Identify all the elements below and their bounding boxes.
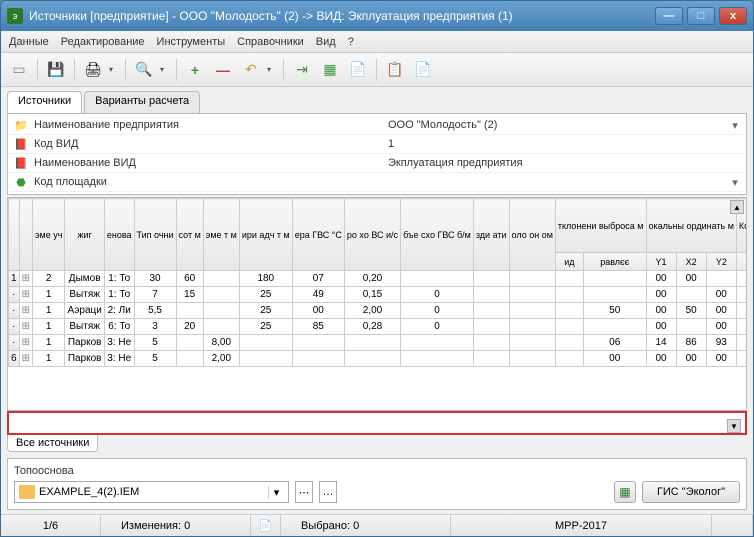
- book-icon: 📕: [12, 155, 30, 171]
- folder-icon: [19, 485, 35, 499]
- minimize-button[interactable]: —: [655, 7, 683, 25]
- menu-edit[interactable]: Редактирование: [61, 36, 145, 48]
- tab-sources[interactable]: Источники: [7, 91, 82, 113]
- status-selected: Выбрано: 0: [281, 515, 451, 536]
- content-area: Источники Варианты расчета 📁 Наименовани…: [1, 87, 753, 514]
- folder-icon: 📁: [12, 117, 30, 133]
- vid-code-label: Код ВИД: [32, 138, 384, 150]
- status-mrr: МРР-2017: [451, 515, 712, 536]
- window-title: Источники [предприятие] - ООО "Молодость…: [29, 9, 655, 23]
- info-panel: 📁 Наименование предприятия ООО "Молодост…: [7, 113, 747, 195]
- vid-code-value[interactable]: 1: [384, 138, 744, 150]
- paste-icon[interactable]: 📄: [411, 58, 435, 82]
- toolbar: ▭ 💾 🖨 ▾ 🔍 ▾ + — ↶ ▾ ⇥ ▦ 📄 📋 📄: [1, 53, 753, 87]
- map-icon-button[interactable]: ▦: [614, 481, 636, 503]
- chevron-down-icon[interactable]: ▾: [726, 119, 744, 132]
- info-row-vid-name: 📕 Наименование ВИД Экплуатация предприят…: [10, 154, 744, 173]
- ellipsis-button[interactable]: …: [319, 481, 337, 503]
- menu-help[interactable]: ?: [348, 36, 354, 48]
- table-row[interactable]: 1⊞2Дымов1: То3060180070,2000001рас014559…: [9, 271, 748, 287]
- search-icon[interactable]: 🔍: [132, 58, 156, 82]
- undo-icon[interactable]: ↶: [239, 58, 263, 82]
- titlebar[interactable]: э Источники [предприятие] - ООО "Молодос…: [1, 1, 753, 31]
- undo-dropdown-icon[interactable]: ▾: [267, 65, 277, 74]
- grid-icon[interactable]: ▦: [318, 58, 342, 82]
- menu-tools[interactable]: Инструменты: [157, 36, 226, 48]
- site-code-label: Код площадки: [32, 176, 384, 188]
- table-row[interactable]: ·⊞1Вытяж6: То32025850,28000001рас1323773…: [9, 319, 748, 335]
- print-dropdown-icon[interactable]: ▾: [109, 65, 119, 74]
- tag-icon: ⬣: [12, 174, 30, 190]
- vid-name-label: Наименование ВИД: [32, 157, 384, 169]
- status-position: 1/6: [1, 515, 101, 536]
- chevron-down-icon[interactable]: ▾: [726, 176, 744, 189]
- enterprise-label: Наименование предприятия: [32, 119, 384, 131]
- add-icon[interactable]: +: [183, 58, 207, 82]
- info-row-enterprise: 📁 Наименование предприятия ООО "Молодост…: [10, 116, 744, 135]
- menu-refs[interactable]: Справочники: [237, 36, 304, 48]
- topo-file-input[interactable]: EXAMPLE_4(2).IEM ▾: [14, 481, 289, 503]
- topo-label: Топооснова: [14, 465, 740, 477]
- app-icon: э: [7, 8, 23, 24]
- copy-icon[interactable]: 📋: [383, 58, 407, 82]
- scroll-up-icon[interactable]: ▲: [730, 200, 744, 214]
- tab-all-sources[interactable]: Все источники: [7, 435, 98, 452]
- maximize-button[interactable]: □: [687, 7, 715, 25]
- tab-variants[interactable]: Варианты расчета: [84, 91, 200, 113]
- main-tabs: Источники Варианты расчета: [7, 91, 747, 113]
- document-icon: 📄: [251, 515, 281, 536]
- print-icon[interactable]: 🖨: [81, 58, 105, 82]
- table-row[interactable]: ·⊞1Аэраци2: Ли5,525002,00050005000500050…: [9, 303, 748, 319]
- topo-panel: Топооснова EXAMPLE_4(2).IEM ▾ ⋯ … ▦ ГИС …: [7, 458, 747, 510]
- topo-file-name: EXAMPLE_4(2).IEM: [39, 486, 268, 498]
- table-row[interactable]: ·⊞1Вытяж1: То71525490,15000001рас3490501…: [9, 287, 748, 303]
- search-dropdown-icon[interactable]: ▾: [160, 65, 170, 74]
- vid-name-value[interactable]: Экплуатация предприятия: [384, 157, 744, 169]
- gis-label: ГИС "Эколог": [657, 486, 725, 498]
- remove-icon[interactable]: —: [211, 58, 235, 82]
- to-right-icon[interactable]: ⇥: [290, 58, 314, 82]
- book-icon: 📕: [12, 136, 30, 152]
- scroll-down-icon[interactable]: ▼: [727, 419, 741, 433]
- save-icon[interactable]: 💾: [44, 58, 68, 82]
- app-window: э Источники [предприятие] - ООО "Молодос…: [0, 0, 754, 537]
- table-row[interactable]: 6⊞1Парков3: Не52,00000000000000001рас955…: [9, 351, 748, 367]
- info-row-vid-code: 📕 Код ВИД 1: [10, 135, 744, 154]
- info-row-site-code: ⬣ Код площадки ▾: [10, 173, 744, 192]
- menu-view[interactable]: Вид: [316, 36, 336, 48]
- close-button[interactable]: x: [719, 7, 747, 25]
- table-row[interactable]: ·⊞1Парков3: Не58,00061486930614861рас955…: [9, 335, 748, 351]
- statusbar: 1/6 Изменения: 0 📄 Выбрано: 0 МРР-2017: [1, 514, 753, 536]
- dash-button[interactable]: ⋯: [295, 481, 313, 503]
- chevron-down-icon[interactable]: ▾: [268, 486, 284, 499]
- document-icon[interactable]: 📄: [346, 58, 370, 82]
- gis-button[interactable]: ГИС "Эколог": [642, 481, 740, 503]
- menu-data[interactable]: Данные: [9, 36, 49, 48]
- rect-icon[interactable]: ▭: [7, 58, 31, 82]
- menubar: Данные Редактирование Инструменты Справо…: [1, 31, 753, 53]
- status-changes: Изменения: 0: [101, 515, 251, 536]
- sources-grid[interactable]: эме уч жиг енова Тип очни сот м эме т м …: [7, 197, 747, 411]
- enterprise-value[interactable]: ООО "Молодость" (2): [384, 119, 726, 131]
